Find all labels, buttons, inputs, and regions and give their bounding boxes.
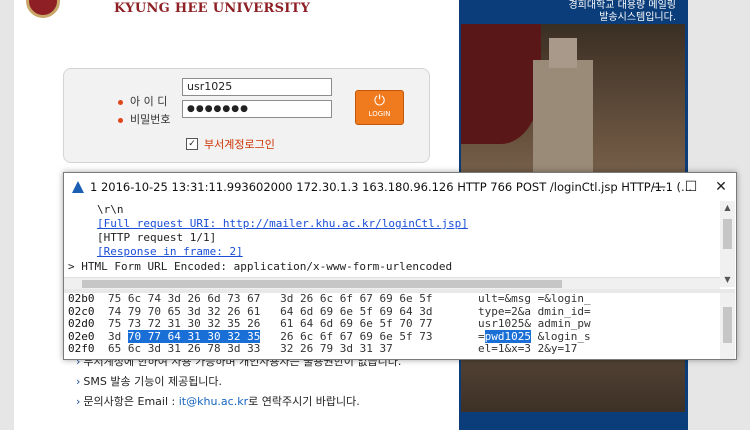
tree-vertical-scrollbar[interactable]: ▲ ▼ bbox=[720, 201, 735, 287]
window-title: 1 2016-10-25 13:31:11.993602000 172.30.1… bbox=[90, 180, 692, 194]
hex-row: 02b0 75 6c 74 3d 26 6d 73 67 3d 26 6c 6f … bbox=[68, 292, 591, 305]
scroll-down-icon[interactable]: ▼ bbox=[720, 273, 735, 287]
packet-details-window: 1 2016-10-25 13:31:11.993602000 172.30.1… bbox=[63, 172, 737, 360]
notice-list: › 부서계정에 한하여 사용 가능하며 개인사용자는 불용권한이 없습니다. › S… bbox=[76, 352, 401, 412]
tree-line: [HTTP request 1/1] bbox=[97, 231, 217, 244]
hex-row: 02f0 65 6c 3d 31 26 78 3d 33 32 26 79 3d … bbox=[68, 342, 578, 355]
selected-ascii-bytes[interactable]: pwd1025 bbox=[484, 329, 531, 343]
email-link[interactable]: it@khu.ac.kr bbox=[179, 395, 248, 408]
list-item: › SMS 발송 기능이 제공됩니다. bbox=[76, 375, 223, 388]
collapse-chevron-icon[interactable]: > bbox=[68, 260, 81, 273]
tower-shape bbox=[533, 60, 593, 180]
password-input[interactable]: ●●●●●●● bbox=[182, 100, 332, 118]
bullet-dot-icon bbox=[118, 99, 123, 105]
department-account-label: 부서계정로그인 bbox=[204, 138, 275, 151]
list-item: › 문의사항은 Email : it@khu.ac.kr로 연락주시기 바랍니다. bbox=[76, 395, 360, 408]
banner-caption: 경희대학교 대용량 메일링 발송시스템입니다. bbox=[568, 0, 676, 23]
password-label: 비밀번호 bbox=[118, 111, 170, 127]
tree-line: \r\n bbox=[97, 203, 124, 216]
hex-dump-pane[interactable]: 02b0 75 6c 74 3d 26 6d 73 67 3d 26 6c 6f … bbox=[64, 292, 720, 359]
id-label: 아 이 디 bbox=[118, 93, 167, 109]
university-emblem-icon bbox=[26, 0, 60, 18]
tree-shape bbox=[461, 24, 541, 144]
maximize-button[interactable]: ☐ bbox=[676, 177, 706, 197]
close-button[interactable]: ✕ bbox=[706, 177, 736, 197]
arrow-icon: › bbox=[76, 375, 81, 388]
arrow-icon: › bbox=[76, 395, 81, 408]
window-titlebar[interactable]: 1 2016-10-25 13:31:11.993602000 172.30.1… bbox=[64, 173, 736, 201]
power-icon: ⏻ bbox=[373, 93, 386, 109]
university-name: KYUNG HEE UNIVERSITY bbox=[114, 1, 311, 16]
scroll-thumb[interactable] bbox=[82, 280, 562, 288]
scroll-thumb[interactable] bbox=[723, 307, 732, 343]
minimize-button[interactable]: — bbox=[644, 177, 674, 197]
login-panel: 아 이 디 비밀번호 usr1025 ●●●●●●● ⏻ LOGIN ✓ 부서계… bbox=[63, 68, 430, 163]
response-frame-link[interactable]: [Response in frame: 2] bbox=[97, 245, 243, 259]
login-button[interactable]: ⏻ LOGIN bbox=[355, 90, 404, 125]
bullet-dot-icon bbox=[118, 117, 123, 123]
hex-vertical-scrollbar[interactable] bbox=[720, 293, 735, 359]
tower-top-shape bbox=[549, 38, 577, 68]
packet-tree-pane[interactable]: \r\n [Full request URI: http://mailer.kh… bbox=[64, 201, 720, 287]
department-account-checkbox[interactable]: ✓ bbox=[186, 138, 198, 150]
full-request-uri-link[interactable]: [Full request URI: http://mailer.khu.ac.… bbox=[97, 217, 468, 231]
scroll-thumb[interactable] bbox=[723, 219, 732, 249]
wireshark-fin-icon bbox=[72, 181, 84, 193]
selected-hex-bytes[interactable]: 70 77 64 31 30 32 35 bbox=[127, 329, 261, 343]
id-input[interactable]: usr1025 bbox=[182, 78, 332, 96]
scroll-up-icon[interactable]: ▲ bbox=[720, 201, 735, 215]
tree-line-form[interactable]: > HTML Form URL Encoded: application/x-w… bbox=[68, 260, 452, 274]
